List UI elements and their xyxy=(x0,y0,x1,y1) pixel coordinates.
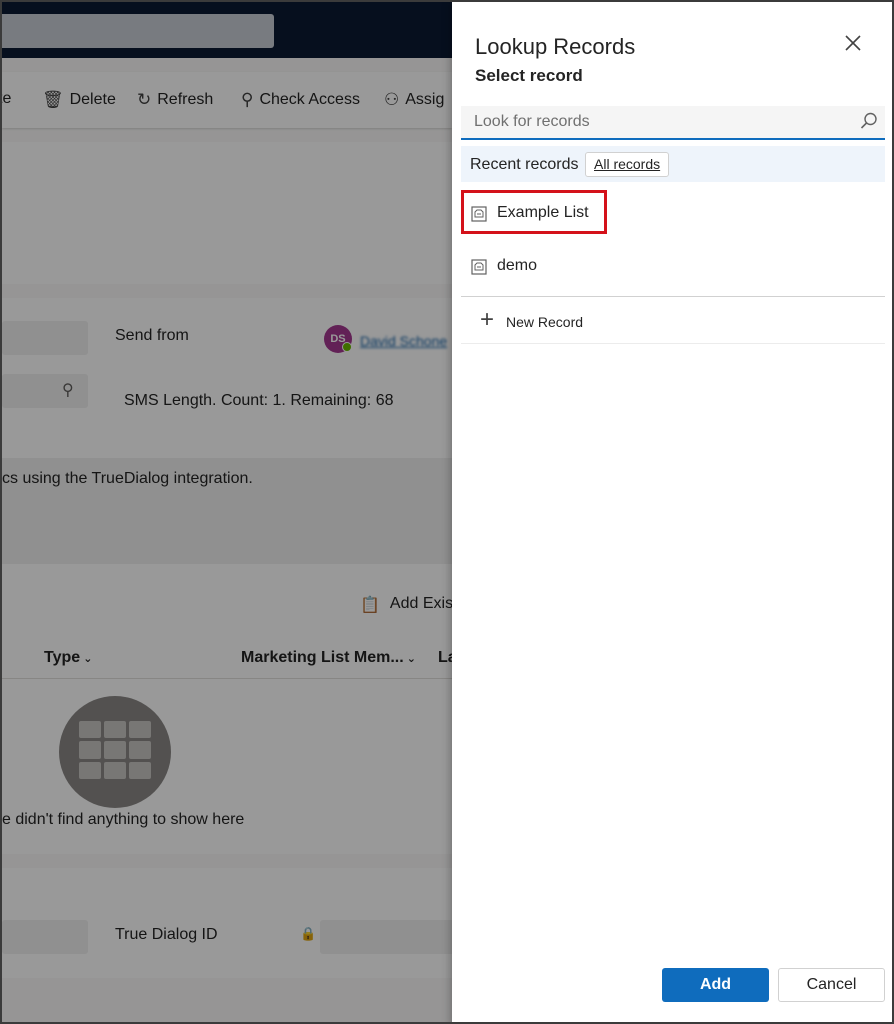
highlight-box xyxy=(461,190,607,234)
add-button[interactable]: Add xyxy=(662,968,769,1002)
recent-records-bar: Recent records All records xyxy=(461,146,885,182)
all-records-button[interactable]: All records xyxy=(585,152,670,177)
lookup-records-panel: Lookup Records Select record Recent reco… xyxy=(452,2,892,1022)
record-icon xyxy=(471,259,487,275)
record-label: demo xyxy=(497,257,538,274)
close-icon[interactable] xyxy=(840,32,866,58)
panel-title: Lookup Records xyxy=(475,34,636,59)
list-divider xyxy=(461,296,885,297)
background-app: te 🗑 Delete ↻ Refresh ⚲ Check Access ⚇ A… xyxy=(2,2,452,1022)
recent-records-label: Recent records xyxy=(470,156,579,173)
new-record-button[interactable]: + New Record xyxy=(461,298,885,344)
window-frame: te 🗑 Delete ↻ Refresh ⚲ Check Access ⚇ A… xyxy=(0,0,894,1024)
search-box xyxy=(461,106,885,140)
modal-overlay[interactable] xyxy=(2,2,452,1022)
cancel-button[interactable]: Cancel xyxy=(778,968,885,1002)
new-record-label: New Record xyxy=(506,314,584,330)
panel-subtitle: Select record xyxy=(475,66,583,85)
search-icon[interactable] xyxy=(859,111,879,131)
plus-icon: + xyxy=(480,306,495,333)
list-item[interactable]: demo xyxy=(461,243,885,291)
search-input[interactable] xyxy=(461,106,851,138)
close-icon-svg xyxy=(845,35,861,51)
